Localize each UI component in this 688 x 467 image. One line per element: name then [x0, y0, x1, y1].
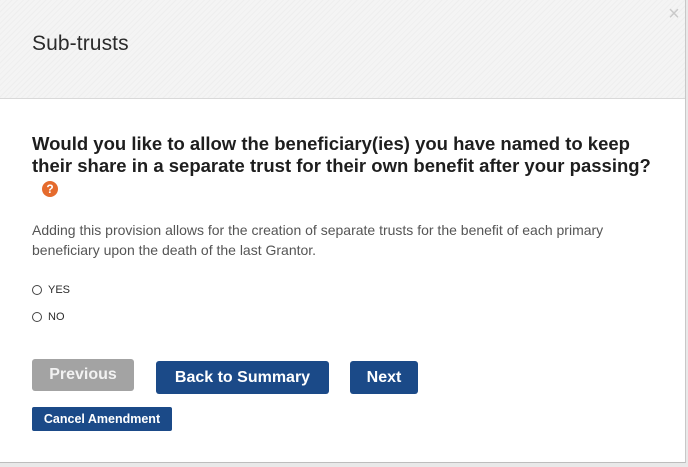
- close-icon[interactable]: ×: [665, 4, 683, 24]
- previous-button[interactable]: Previous: [32, 359, 134, 391]
- no-radio[interactable]: [32, 312, 42, 322]
- yes-label: YES: [48, 284, 71, 296]
- provision-description: Adding this provision allows for the cre…: [32, 222, 604, 258]
- dialog-header: Sub-trusts ×: [0, 0, 685, 99]
- no-label: NO: [48, 311, 65, 323]
- question-text: Would you like to allow the beneficiary(…: [32, 133, 651, 176]
- next-button[interactable]: Next: [350, 361, 418, 394]
- question-mark-icon[interactable]: ?: [42, 181, 58, 197]
- cancel-amendment-button[interactable]: Cancel Amendment: [32, 407, 172, 431]
- back-to-summary-button[interactable]: Back to Summary: [156, 361, 329, 394]
- sub-trusts-dialog: Sub-trusts × Would you like to allow the…: [0, 0, 686, 463]
- yes-option[interactable]: YES: [32, 284, 70, 296]
- dialog-title: Sub-trusts: [32, 32, 129, 55]
- no-option[interactable]: NO: [32, 311, 65, 323]
- yes-radio[interactable]: [32, 285, 42, 295]
- question-heading: Would you like to allow the beneficiary(…: [32, 133, 652, 199]
